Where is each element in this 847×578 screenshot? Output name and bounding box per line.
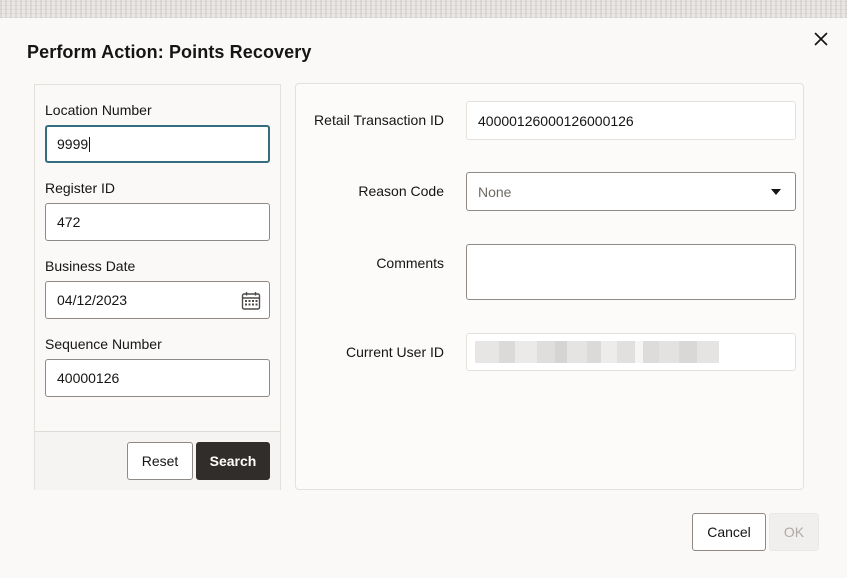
retail-transaction-id-label: Retail Transaction ID — [314, 112, 444, 128]
details-panel: Retail Transaction ID 400001260001260001… — [295, 83, 804, 490]
current-user-id-label: Current User ID — [345, 344, 444, 360]
comments-label: Comments — [376, 255, 444, 271]
search-button[interactable]: Search — [196, 442, 270, 480]
reason-code-label: Reason Code — [358, 183, 444, 199]
sequence-number-label: Sequence Number — [45, 336, 162, 352]
business-date-input[interactable]: 04/12/2023 — [45, 281, 270, 319]
calendar-icon[interactable] — [241, 291, 261, 311]
sequence-number-value: 40000126 — [57, 370, 120, 386]
background-strip — [0, 0, 847, 18]
comments-textarea[interactable] — [466, 244, 796, 300]
register-id-value: 472 — [57, 214, 81, 230]
reset-button[interactable]: Reset — [127, 442, 193, 480]
business-date-label: Business Date — [45, 258, 136, 274]
close-button[interactable] — [811, 29, 831, 49]
caret-down-icon — [771, 189, 781, 195]
search-panel: Location Number 9999 Register ID 472 Bus… — [34, 84, 281, 490]
text-caret — [89, 136, 91, 152]
current-user-id-field — [466, 333, 796, 371]
location-number-label: Location Number — [45, 102, 152, 118]
register-id-label: Register ID — [45, 180, 116, 196]
reason-code-select[interactable]: None — [466, 172, 796, 211]
ok-button[interactable]: OK — [769, 513, 819, 551]
location-number-value: 9999 — [57, 136, 89, 152]
sequence-number-input[interactable]: 40000126 — [45, 359, 270, 397]
business-date-value: 04/12/2023 — [57, 292, 128, 308]
retail-transaction-id-field: 40000126000126000126 — [466, 101, 796, 140]
retail-transaction-id-value: 40000126000126000126 — [478, 112, 634, 129]
cancel-button[interactable]: Cancel — [692, 513, 766, 551]
close-icon — [814, 32, 828, 46]
register-id-input[interactable]: 472 — [45, 203, 270, 241]
location-number-input[interactable]: 9999 — [45, 125, 270, 163]
reason-code-value: None — [478, 183, 512, 200]
search-panel-footer: Reset Search — [35, 431, 280, 490]
redacted-user-id — [475, 341, 719, 363]
dialog-title: Perform Action: Points Recovery — [27, 42, 312, 62]
